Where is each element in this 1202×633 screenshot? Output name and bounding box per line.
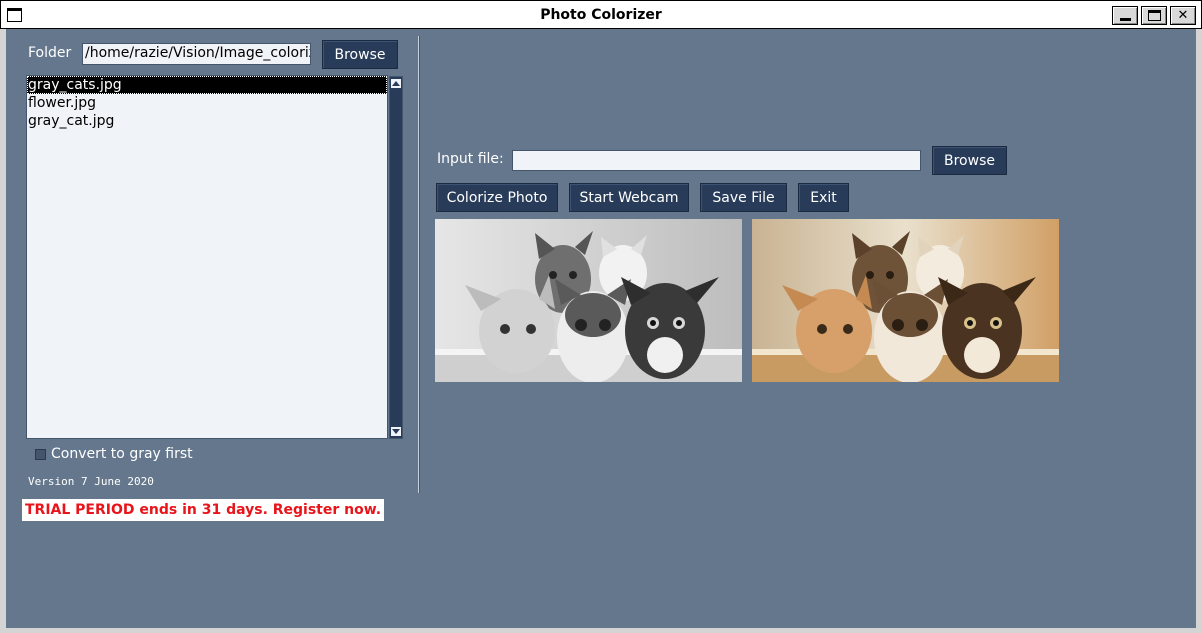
client-area: Folder /home/razie/Vision/Image_coloriza… [6,29,1196,628]
minimize-button[interactable] [1112,6,1138,25]
convert-gray-label[interactable]: Convert to gray first [51,446,193,462]
scroll-down-button[interactable] [390,426,402,437]
arrow-up-icon [392,81,400,86]
file-list-item[interactable]: gray_cats.jpg [27,76,387,94]
maximize-button[interactable] [1141,6,1167,25]
trial-banner: TRIAL PERIOD ends in 31 days. Register n… [22,499,385,521]
maximize-icon [1147,10,1161,21]
minimize-icon [1119,18,1131,21]
save-file-button[interactable]: Save File [700,183,787,212]
title-bar: Photo Colorizer ✕ [0,0,1202,29]
exit-button[interactable]: Exit [798,183,849,212]
panel-separator [418,36,420,493]
close-button[interactable]: ✕ [1170,6,1196,25]
input-file-field[interactable] [512,150,921,171]
input-file-label: Input file: [437,151,504,167]
colorized-image [752,219,1059,382]
window-title: Photo Colorizer [540,7,662,23]
input-browse-button[interactable]: Browse [932,146,1007,175]
folder-path-input[interactable]: /home/razie/Vision/Image_colorization [82,43,311,65]
file-list-item[interactable]: gray_cat.jpg [27,112,387,130]
start-webcam-button[interactable]: Start Webcam [569,183,689,212]
folder-browse-button[interactable]: Browse [322,40,398,69]
grayscale-image [435,219,742,382]
file-listbox[interactable]: gray_cats.jpg flower.jpg gray_cat.jpg [26,75,388,439]
arrow-down-icon [392,429,400,434]
colorize-photo-button[interactable]: Colorize Photo [436,183,558,212]
file-list-item[interactable]: flower.jpg [27,94,387,112]
close-icon: ✕ [1177,8,1189,23]
folder-label: Folder [28,45,72,61]
version-text: Version 7 June 2020 [28,475,154,488]
scroll-up-button[interactable] [390,78,402,89]
convert-gray-checkbox[interactable] [35,449,46,460]
file-list-scrollbar[interactable] [389,76,403,439]
scroll-thumb[interactable] [391,91,401,424]
